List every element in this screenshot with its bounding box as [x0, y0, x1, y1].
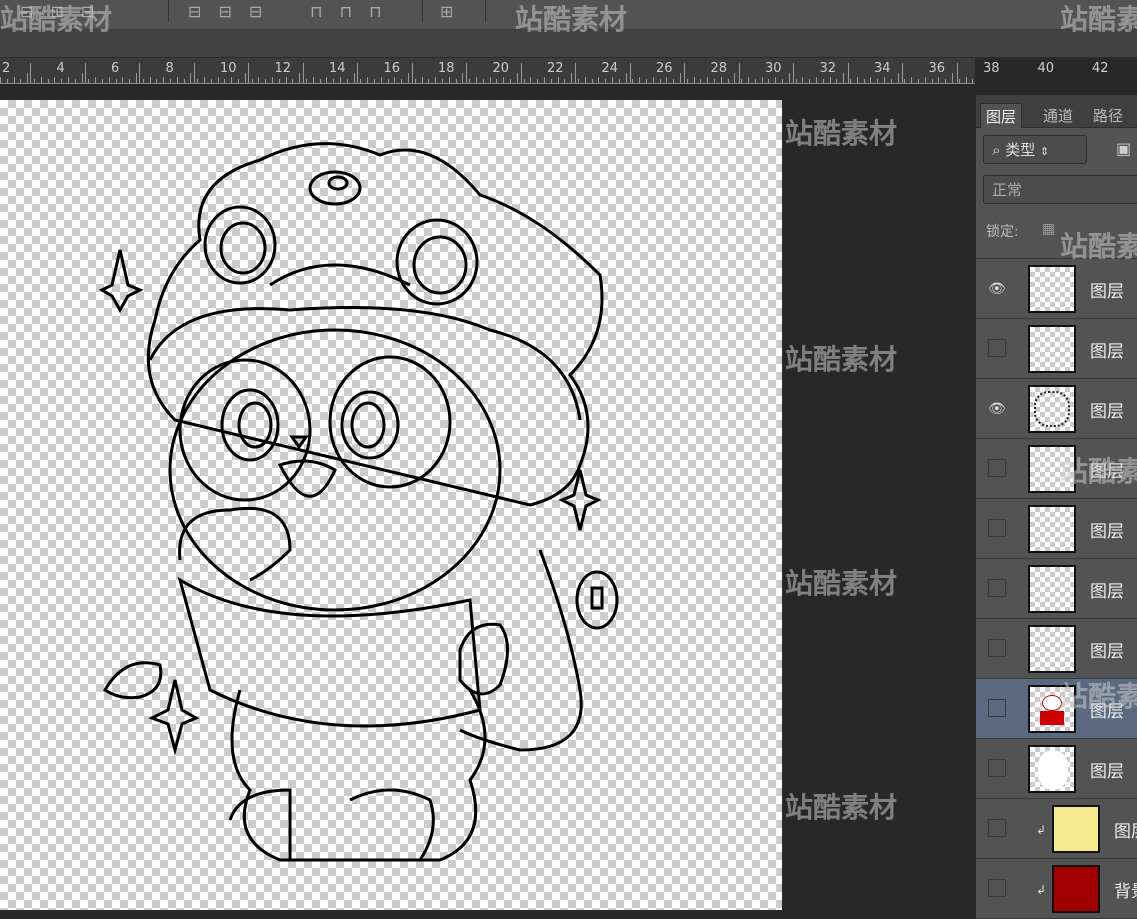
layer-row[interactable]: 图层 [976, 499, 1137, 559]
tab-channels[interactable]: 通道 [1038, 103, 1078, 128]
watermark: 站酷素材 [785, 791, 898, 824]
blend-mode-select[interactable]: 正常 [983, 175, 1137, 204]
visibility-toggle[interactable] [988, 339, 1006, 357]
layer-row[interactable]: ↲ 图层 [976, 799, 1137, 859]
layer-name[interactable]: 背景 [1114, 877, 1137, 902]
ruler-label: 36 [928, 61, 946, 76]
watermark: 站酷素材 [1060, 680, 1137, 713]
distribute-buttons[interactable]: ⊟ ⊟ ⊟ [188, 2, 268, 21]
ruler-label: 42 [1092, 61, 1109, 76]
image-filter-icon[interactable]: ▣ [1116, 139, 1131, 158]
ruler-label: 28 [710, 61, 728, 76]
watermark: 站酷素材 [785, 567, 898, 600]
layer-thumbnail[interactable] [1028, 325, 1076, 373]
layer-row[interactable]: 👁 图层 [976, 379, 1137, 439]
layer-name[interactable]: 图层 [1090, 277, 1124, 302]
ruler-label: 40 [1037, 61, 1055, 76]
layer-thumbnail[interactable] [1052, 805, 1100, 853]
layer-name[interactable]: 图层 [1090, 577, 1124, 602]
watermark: 站酷素材 [785, 117, 898, 150]
ruler-label: 12 [274, 61, 292, 76]
layer-name[interactable]: 图层 [1090, 337, 1124, 362]
ruler-label: 20 [492, 61, 510, 76]
lock-transparency-icon[interactable]: ▦ [1042, 221, 1055, 237]
auto-align-button[interactable]: ⊞ [440, 2, 459, 21]
ruler-label: 30 [765, 61, 782, 76]
watermark: 站酷素材 [785, 343, 898, 376]
layer-thumbnail[interactable] [1028, 385, 1076, 433]
watermark: 站酷素材 [1060, 455, 1137, 488]
ruler-label: 4 [56, 61, 65, 76]
layer-row[interactable]: 图层 [976, 739, 1137, 799]
clipping-mask-icon: ↲ [1036, 823, 1047, 837]
visibility-toggle[interactable] [988, 639, 1006, 657]
canvas[interactable] [0, 100, 782, 910]
panda-line-art [98, 142, 619, 862]
ruler-label: 8 [165, 61, 174, 76]
eye-icon[interactable]: 👁 [988, 281, 1006, 297]
ruler-label: 32 [819, 61, 837, 76]
watermark: 站酷素材 [1060, 3, 1137, 36]
ruler-label: 2 [2, 61, 11, 76]
ruler-label: 22 [547, 61, 564, 76]
layers-panel: 图层 通道 路径 ⌕ 类型 ⇕ ▣ 正常 锁定: ▦ 👁 图层 图层 👁 图层 图层 图层图… [975, 95, 1137, 919]
layer-row[interactable]: 👁 图层 [976, 259, 1137, 319]
horizontal-ruler[interactable]: 2 4 6 8 10 12 14 16 18 20 22 24 26 28 30 32 34 36 38 40 42 [0, 58, 1109, 84]
lock-label: 锁定: [986, 224, 1019, 240]
watermark: 站酷素材 [0, 3, 113, 36]
ruler-label: 6 [111, 61, 120, 76]
ruler-label: 10 [220, 61, 237, 76]
layer-name[interactable]: 图层 [1090, 517, 1124, 542]
visibility-toggle[interactable] [988, 699, 1006, 717]
clipping-mask-icon: ↲ [1036, 883, 1047, 897]
layer-thumbnail[interactable] [1028, 265, 1076, 313]
watermark: 站酷素材 [515, 3, 628, 36]
ruler-label: 16 [383, 61, 401, 76]
visibility-toggle[interactable] [988, 459, 1006, 477]
layer-name[interactable]: 图层 [1090, 757, 1124, 782]
layer-row[interactable]: 图层 [976, 619, 1137, 679]
visibility-toggle[interactable] [988, 819, 1006, 837]
layer-thumbnail[interactable] [1052, 865, 1100, 913]
layer-thumbnail[interactable] [1028, 565, 1076, 613]
layer-row[interactable]: ↲ 背景 [976, 859, 1137, 919]
layer-filter-select[interactable]: ⌕ 类型 ⇕ [983, 135, 1087, 164]
layer-thumbnail[interactable] [1028, 505, 1076, 553]
layer-name[interactable]: 图层 [1090, 397, 1124, 422]
tab-paths[interactable]: 路径 [1088, 103, 1128, 128]
visibility-toggle[interactable] [988, 759, 1006, 777]
layer-row[interactable]: 图层 [976, 559, 1137, 619]
layer-name[interactable]: 图层 [1090, 637, 1124, 662]
watermark: 站酷素材 [1060, 230, 1137, 263]
ruler-label: 14 [329, 61, 346, 76]
ruler-label: 24 [601, 61, 619, 76]
ruler-label: 38 [983, 61, 1000, 76]
ruler-label: 34 [874, 61, 891, 76]
eye-icon[interactable]: 👁 [988, 401, 1006, 417]
layer-thumbnail[interactable] [1028, 745, 1076, 793]
visibility-toggle[interactable] [988, 519, 1006, 537]
ruler-label: 26 [656, 61, 673, 76]
search-icon: ⌕ [992, 141, 1001, 159]
visibility-toggle[interactable] [988, 579, 1006, 597]
layer-thumbnail[interactable] [1028, 625, 1076, 673]
distribute-h-buttons[interactable]: ⊓ ⊓ ⊓ [310, 2, 388, 21]
layer-name[interactable]: 图层 [1114, 817, 1137, 842]
ruler-label: 18 [438, 61, 455, 76]
layer-row[interactable]: 图层 [976, 319, 1137, 379]
tab-layers[interactable]: 图层 [980, 103, 1023, 128]
visibility-toggle[interactable] [988, 879, 1006, 897]
